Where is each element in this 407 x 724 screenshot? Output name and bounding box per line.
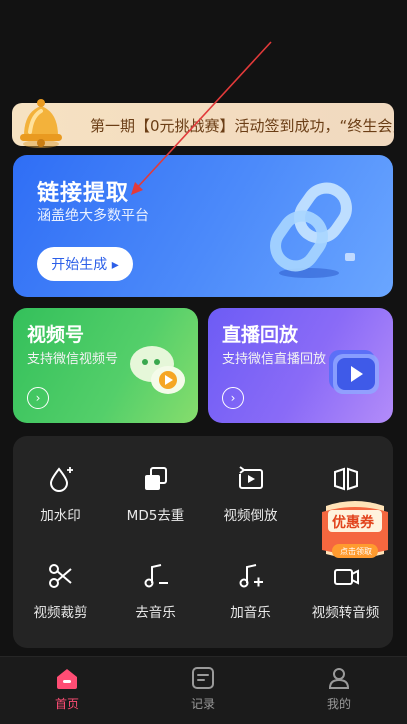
flip-icon [333, 467, 358, 491]
wechat-play-icon [130, 346, 185, 394]
live-replay-enter-button[interactable]: › [222, 387, 244, 409]
tool-label: 去音乐 [135, 605, 176, 621]
tool-add-music[interactable]: 加音乐 [203, 533, 298, 623]
tab-label: 我的 [326, 697, 351, 711]
live-replay-title: 直播回放 [222, 324, 299, 346]
scissors-icon [48, 564, 72, 588]
tool-label: 加音乐 [230, 605, 271, 621]
tool-add-watermark[interactable]: 加水印 [13, 436, 108, 526]
link-extract-subtitle: 涵盖绝大多数平台 [37, 208, 149, 224]
link-extract-title: 链接提取 [37, 181, 130, 206]
link-extract-card[interactable]: 链接提取 涵盖绝大多数平台 开始生成 ▸ [13, 155, 393, 297]
droplet-icon [49, 467, 73, 492]
tool-video-reverse[interactable]: 视频倒放 [203, 436, 298, 526]
chain-link-icon [270, 182, 355, 278]
tool-video-crop[interactable]: 视频裁剪 [13, 533, 108, 623]
tab-profile[interactable]: 我的 [299, 665, 379, 712]
tool-label: MD5去重 [126, 508, 185, 524]
tool-md5-dedupe[interactable]: MD5去重 [108, 436, 203, 526]
bottom-tab-bar: 首页 记录 我的 [0, 656, 407, 724]
video-channel-subtitle: 支持微信视频号 [27, 352, 119, 367]
notice-text: 第一期【0元挑战赛】活动签到成功，“终生会员”会 [90, 117, 394, 135]
tool-label: 视频倒放 [223, 508, 278, 524]
tab-home[interactable]: 首页 [27, 665, 107, 712]
home-icon [57, 669, 77, 689]
record-icon [192, 667, 214, 689]
coupon-action: 点击领取 [340, 547, 372, 556]
live-replay-subtitle: 支持微信直播回放 [222, 352, 327, 367]
layers-icon [144, 467, 167, 490]
video-channel-enter-button[interactable]: › [27, 387, 49, 409]
reverse-play-icon [238, 466, 263, 489]
tool-label: 视频转音频 [311, 605, 380, 621]
coupon-badge[interactable]: 优惠券 点击领取 [318, 492, 392, 570]
tab-records[interactable]: 记录 [163, 665, 243, 712]
video-channel-card[interactable]: 视频号 支持微信视频号 › [13, 308, 198, 423]
coupon-label: 优惠券 [332, 515, 374, 531]
tab-label: 首页 [54, 697, 79, 711]
tool-label: 视频裁剪 [33, 605, 88, 621]
video-channel-title: 视频号 [27, 324, 85, 346]
live-replay-card[interactable]: 直播回放 支持微信直播回放 › [208, 308, 393, 423]
profile-icon [328, 668, 350, 689]
start-generate-button[interactable]: 开始生成 ▸ [37, 247, 133, 281]
music-plus-icon [239, 564, 263, 588]
music-minus-icon [144, 564, 168, 588]
tool-remove-music[interactable]: 去音乐 [108, 533, 203, 623]
tab-label: 记录 [190, 697, 215, 711]
bell-icon [20, 99, 62, 148]
tool-label: 加水印 [40, 508, 81, 524]
play-screen-icon [329, 350, 379, 394]
